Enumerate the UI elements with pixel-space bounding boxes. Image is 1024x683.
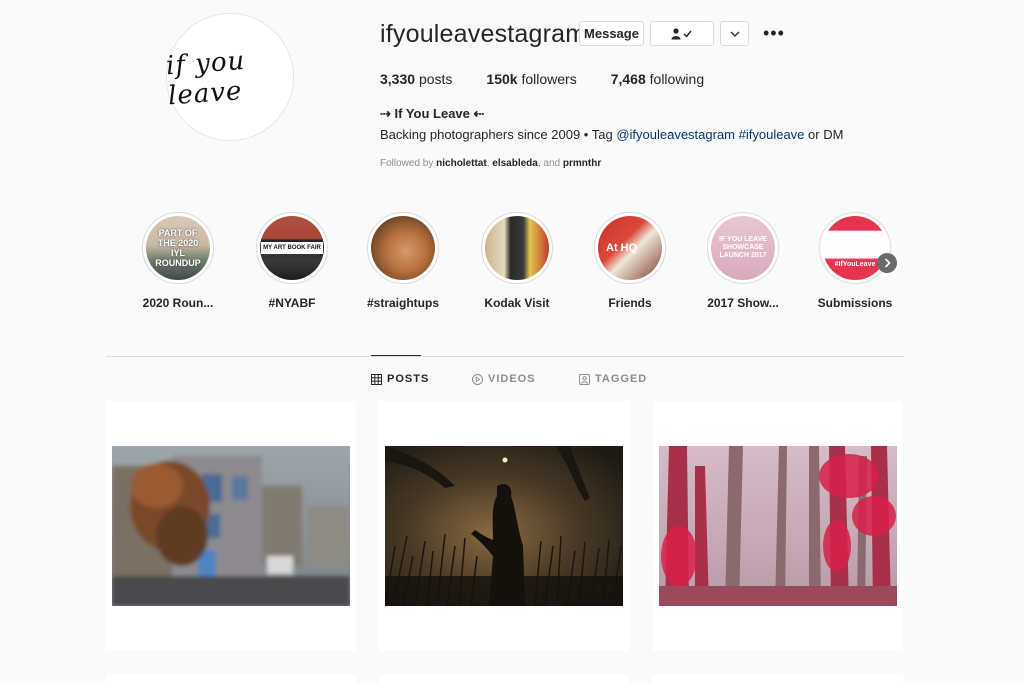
highlight-cover-text: IF YOU LEAVE SHOWCASE LAUNCH 2017 bbox=[719, 236, 767, 259]
post-photo-village bbox=[112, 446, 350, 606]
highlight-item[interactable]: At HQ Friends bbox=[575, 212, 685, 310]
followers-label: followers bbox=[521, 71, 577, 87]
profile-avatar[interactable]: if you leave bbox=[165, 13, 294, 141]
highlight-item[interactable]: #straightups bbox=[348, 212, 458, 310]
highlight-ring: IF YOU LEAVE SHOWCASE LAUNCH 2017 bbox=[707, 212, 779, 284]
highlight-cover: PART OF THE 2020 IYL ROUNDUP bbox=[146, 216, 210, 280]
highlight-cover: IF YOU LEAVE SHOWCASE LAUNCH 2017 bbox=[711, 216, 775, 280]
posts-label: posts bbox=[418, 71, 453, 87]
active-tab-indicator bbox=[371, 355, 421, 356]
posts-count-stat: 3,330 posts bbox=[380, 71, 452, 87]
tagged-user-icon bbox=[579, 373, 590, 385]
avatar-logo-text: if you leave bbox=[165, 45, 247, 112]
profile-username: ifyouleavestagram bbox=[380, 20, 587, 48]
post-photo-pink-forest bbox=[659, 446, 897, 606]
highlights-next-arrow[interactable] bbox=[877, 253, 897, 273]
followed-user: nicholettat bbox=[436, 158, 487, 169]
post-image bbox=[659, 446, 897, 606]
bio-prefix: Backing photographers since 2009 • Tag bbox=[380, 127, 617, 142]
posts-count: 3,330 bbox=[380, 71, 416, 87]
highlight-cover: At HQ bbox=[598, 216, 662, 280]
post-tile[interactable] bbox=[379, 401, 629, 651]
following-count: 7,468 bbox=[610, 71, 646, 87]
highlight-ring: PART OF THE 2020 IYL ROUNDUP bbox=[142, 212, 214, 284]
highlight-cover-text: At HQ bbox=[606, 242, 638, 254]
followed-by[interactable]: Followed by nicholettat, elsableda, and … bbox=[380, 158, 601, 169]
highlight-ring: MY ART BOOK FAIR bbox=[256, 212, 328, 284]
following-button[interactable] bbox=[650, 21, 714, 46]
highlight-label: #straightups bbox=[366, 296, 439, 310]
bio-text: Backing photographers since 2009 • Tag @… bbox=[380, 127, 843, 142]
followed-user: prmnthr bbox=[562, 158, 602, 169]
play-icon bbox=[472, 373, 483, 385]
suggested-dropdown-button[interactable] bbox=[720, 21, 749, 46]
post-tile[interactable] bbox=[653, 401, 903, 651]
tab-videos[interactable]: VIDEOS bbox=[472, 373, 536, 385]
highlight-cover bbox=[371, 216, 435, 280]
post-tile[interactable] bbox=[653, 675, 903, 683]
followers-count: 150k bbox=[486, 71, 518, 87]
highlight-ring bbox=[481, 212, 553, 284]
tabs-divider bbox=[106, 356, 904, 357]
person-check-icon bbox=[671, 27, 692, 39]
highlight-cover-text: MY ART BOOK FAIR bbox=[261, 242, 323, 254]
highlight-cover bbox=[485, 216, 549, 280]
highlight-label: 2020 Roun... bbox=[142, 296, 214, 310]
bio-title: ⇢ If You Leave ⇠ bbox=[380, 106, 485, 121]
message-button[interactable]: Message bbox=[579, 21, 644, 46]
highlight-label: #NYABF bbox=[268, 296, 316, 310]
post-tile[interactable] bbox=[106, 675, 356, 683]
post-tile[interactable] bbox=[106, 401, 356, 651]
tab-posts[interactable]: POSTS bbox=[371, 373, 429, 385]
highlight-cover: MY ART BOOK FAIR bbox=[260, 216, 324, 280]
post-image bbox=[385, 446, 623, 606]
bio-mention-link[interactable]: @ifyouleavestagram bbox=[616, 127, 735, 142]
post-photo-silhouette bbox=[385, 446, 623, 606]
followed-prefix: Followed by bbox=[380, 158, 437, 169]
highlight-cover-text: #IfYouLeave bbox=[834, 261, 876, 268]
more-options-icon[interactable]: ••• bbox=[763, 24, 785, 42]
bio-suffix: or DM bbox=[804, 127, 844, 142]
highlight-ring: #IfYouLeave bbox=[819, 212, 891, 284]
bio-hashtag-link[interactable]: #ifyouleave bbox=[739, 127, 805, 142]
highlight-item[interactable]: MY ART BOOK FAIR #NYABF bbox=[237, 212, 347, 310]
highlight-label: 2017 Show... bbox=[707, 296, 779, 310]
followed-user: elsableda bbox=[492, 158, 538, 169]
highlight-cover-text: PART OF THE 2020 IYL ROUNDUP bbox=[155, 228, 201, 268]
post-image bbox=[112, 446, 350, 606]
grid-icon bbox=[371, 373, 382, 385]
highlight-item[interactable]: IF YOU LEAVE SHOWCASE LAUNCH 2017 2017 S… bbox=[688, 212, 798, 310]
tab-tagged[interactable]: TAGGED bbox=[579, 373, 647, 385]
highlight-ring: At HQ bbox=[594, 212, 666, 284]
chevron-down-icon bbox=[730, 31, 739, 37]
profile-stats: 3,330 posts 150k followers 7,468 followi… bbox=[380, 71, 738, 87]
followed-separator: , and bbox=[537, 158, 563, 169]
highlight-label: Kodak Visit bbox=[484, 296, 550, 310]
highlight-label: Friends bbox=[608, 296, 652, 310]
highlight-item[interactable]: PART OF THE 2020 IYL ROUNDUP 2020 Roun..… bbox=[123, 212, 233, 310]
chevron-right-icon bbox=[884, 258, 891, 268]
highlight-cover: #IfYouLeave bbox=[823, 216, 887, 280]
following-stat[interactable]: 7,468 following bbox=[611, 71, 704, 87]
highlight-item[interactable]: Kodak Visit bbox=[462, 212, 572, 310]
highlight-label: Submissions bbox=[817, 296, 893, 310]
followers-stat[interactable]: 150k followers bbox=[486, 71, 576, 87]
tab-videos-label: VIDEOS bbox=[488, 373, 536, 385]
highlight-ring bbox=[367, 212, 439, 284]
following-label: following bbox=[649, 71, 705, 87]
tab-tagged-label: TAGGED bbox=[595, 373, 648, 385]
tab-posts-label: POSTS bbox=[387, 373, 430, 385]
post-tile[interactable] bbox=[379, 675, 629, 683]
